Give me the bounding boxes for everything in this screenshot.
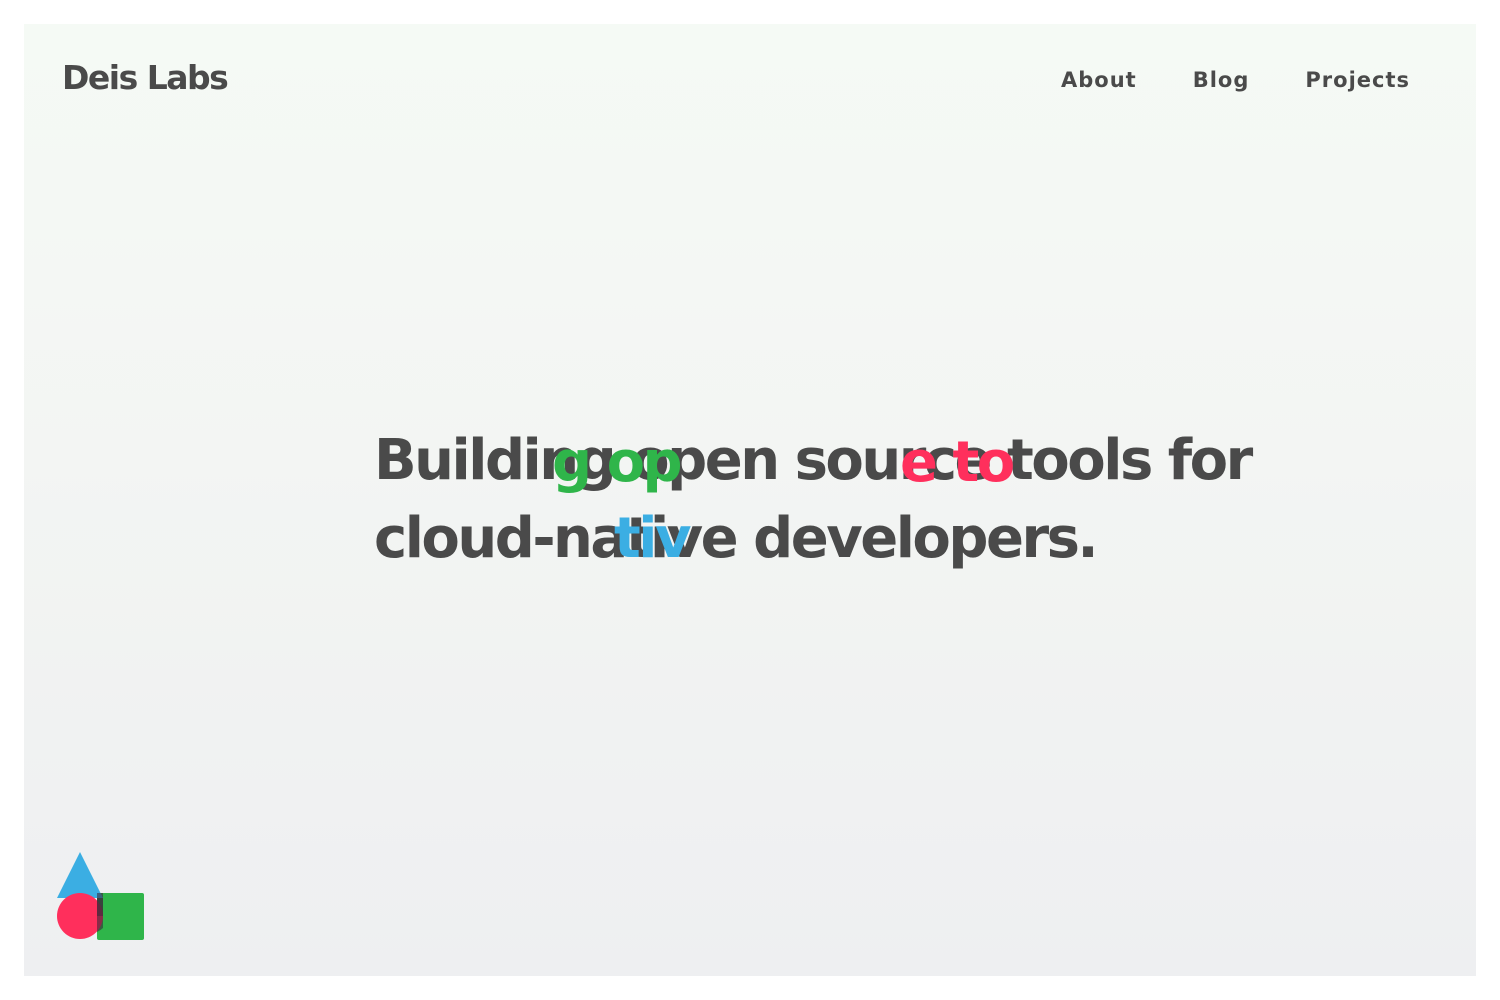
overlap-shape-2	[97, 893, 103, 932]
hero-line-1: Building open source tools for	[374, 428, 1253, 493]
glitch-fragment-green: g op	[552, 430, 683, 495]
main-nav: About Blog Projects	[1061, 68, 1410, 92]
green-square-shape	[97, 893, 144, 940]
glitch-fragment-red: e to	[900, 430, 1015, 495]
nav-about-link[interactable]: About	[1061, 68, 1137, 92]
hero-headline: Building open source tools for cloud-nat…	[374, 422, 1253, 578]
nav-blog-link[interactable]: Blog	[1193, 68, 1250, 92]
glitch-fragment-blue: tiv	[614, 506, 691, 571]
hero-line-2: cloud-native developers.	[374, 506, 1099, 571]
blue-triangle-shape	[57, 852, 103, 898]
page-frame: Deis Labs About Blog Projects Building o…	[24, 24, 1476, 976]
triangle-circle-square-icon	[57, 852, 144, 940]
red-circle-shape	[57, 893, 103, 939]
brand-logo[interactable]: Deis Labs	[62, 58, 229, 97]
nav-projects-link[interactable]: Projects	[1305, 68, 1410, 92]
